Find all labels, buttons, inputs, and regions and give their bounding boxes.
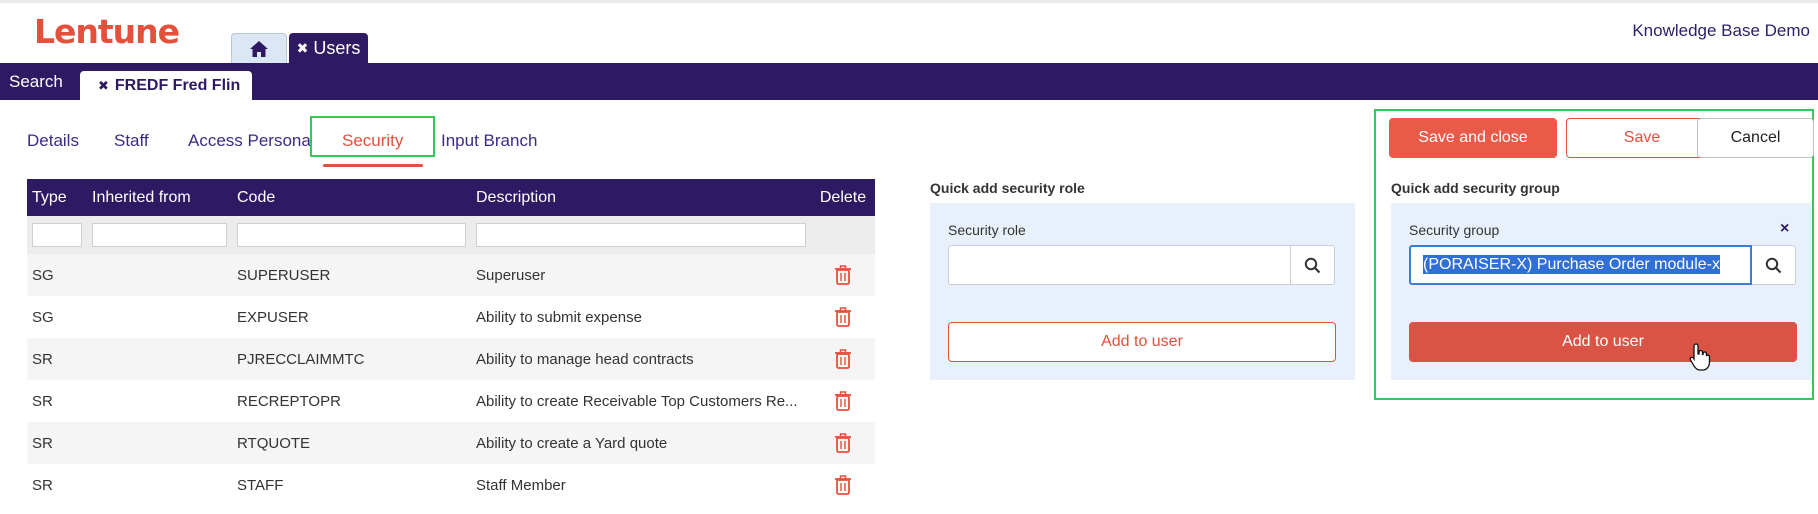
trash-icon[interactable] <box>834 265 852 285</box>
cell-inherited <box>87 422 232 464</box>
active-tab-indicator <box>323 164 423 167</box>
security-role-lookup-button[interactable] <box>1291 245 1335 285</box>
cancel-button[interactable]: Cancel <box>1697 118 1814 158</box>
save-and-close-button[interactable]: Save and close <box>1389 118 1557 158</box>
cell-description: Ability to manage head contracts <box>471 338 811 380</box>
cell-type: SR <box>27 422 87 464</box>
code-filter-input[interactable] <box>237 223 466 247</box>
close-icon[interactable]: ✖ <box>297 40 309 57</box>
cell-code: RECREPTOPR <box>237 392 341 410</box>
security-group-input[interactable]: (PORAISER-X) Purchase Order module-x <box>1409 245 1752 285</box>
delete-cell[interactable] <box>811 254 875 296</box>
top-border <box>0 0 1818 3</box>
cell-code: STAFF <box>237 476 284 494</box>
cell-description: Ability to submit expense <box>476 308 642 326</box>
table-row[interactable]: SR RTQUOTE Ability to create a Yard quote <box>27 422 875 464</box>
security-group-label: Security group <box>1409 222 1500 238</box>
navigation-bar: Search ✖ FREDF Fred Flin <box>0 63 1818 100</box>
users-tab-label: Users <box>313 37 361 58</box>
cell-code: SUPERUSER <box>232 254 471 296</box>
trash-icon[interactable] <box>834 391 852 411</box>
tab-staff[interactable]: Staff <box>114 131 149 151</box>
inherited-filter-input[interactable] <box>92 223 227 247</box>
tab-input-branch[interactable]: Input Branch <box>441 131 537 151</box>
column-header-delete: Delete <box>811 179 875 216</box>
home-icon <box>250 40 268 57</box>
description-filter-input[interactable] <box>476 223 806 247</box>
column-header-inherited[interactable]: Inherited from <box>87 179 232 216</box>
security-group-value: (PORAISER-X) Purchase Order module-x <box>1423 255 1720 274</box>
cell-type: SR <box>27 338 87 380</box>
delete-cell[interactable] <box>811 296 875 338</box>
security-group-lookup-button[interactable] <box>1752 245 1796 285</box>
save-button[interactable]: Save <box>1566 118 1718 158</box>
cell-inherited <box>87 254 232 296</box>
quick-add-role-title: Quick add security role <box>930 180 1085 196</box>
filter-row <box>27 216 875 254</box>
tab-access-persona[interactable]: Access Persona <box>188 131 311 151</box>
security-role-input[interactable] <box>948 245 1291 285</box>
table-row[interactable]: SR STAFF Staff Member <box>27 464 875 506</box>
close-icon[interactable]: ✖ <box>98 78 109 94</box>
cell-type: SG <box>27 254 87 296</box>
table-row[interactable]: SR PJRECCLAIMMTC Ability to manage head co… <box>27 338 875 380</box>
tab-details[interactable]: Details <box>27 131 79 151</box>
type-filter-input[interactable] <box>32 223 82 247</box>
cell-description: Ability to create a Yard quote <box>471 422 811 464</box>
users-tab[interactable]: ✖ Users <box>289 33 368 63</box>
cell-type: SR <box>32 392 53 410</box>
cell-inherited <box>87 338 232 380</box>
cell-description: Staff Member <box>476 476 566 494</box>
column-header-description[interactable]: Description <box>471 179 811 216</box>
cell-description: Superuser <box>471 254 811 296</box>
trash-icon[interactable] <box>834 307 852 327</box>
search-icon <box>1765 257 1782 273</box>
security-role-label: Security role <box>948 222 1026 238</box>
cell-inherited <box>87 464 232 506</box>
cell-code: RTQUOTE <box>232 422 471 464</box>
table-row[interactable]: SG SUPERUSER Superuser <box>27 254 875 296</box>
table-row[interactable]: SG EXPUSER Ability to submit expense <box>27 296 875 338</box>
cell-description: Ability to create Receivable Top Custome… <box>476 392 798 410</box>
add-group-button[interactable]: Add to user <box>1409 322 1797 362</box>
security-table: Type Inherited from Code Description Del… <box>27 179 875 506</box>
delete-cell[interactable] <box>811 422 875 464</box>
organization-name: Knowledge Base Demo <box>1632 21 1810 40</box>
column-header-code[interactable]: Code <box>232 179 471 216</box>
quick-add-group-title: Quick add security group <box>1391 180 1560 196</box>
record-tab-label: FREDF Fred Flin <box>114 76 241 94</box>
lentune-logo: Lentune <box>34 12 180 51</box>
hand-cursor-icon <box>1689 343 1711 371</box>
search-icon <box>1304 257 1321 273</box>
delete-cell[interactable] <box>811 338 875 380</box>
cell-inherited <box>87 380 232 422</box>
trash-icon[interactable] <box>834 349 852 369</box>
column-header-type[interactable]: Type <box>27 179 87 216</box>
cell-code: EXPUSER <box>237 308 309 326</box>
delete-cell[interactable] <box>811 464 875 506</box>
cell-code: PJRECCLAIMMTC <box>232 338 471 380</box>
trash-icon[interactable] <box>834 433 852 453</box>
trash-icon[interactable] <box>834 475 852 495</box>
cell-type: SG <box>32 308 54 326</box>
add-role-button[interactable]: Add to user <box>948 322 1336 362</box>
home-tab[interactable] <box>231 33 287 63</box>
record-tab[interactable]: ✖ FREDF Fred Flin <box>80 71 252 100</box>
table-row[interactable]: SR RECREPTOPR Ability to create Receivable… <box>27 380 875 422</box>
cell-inherited <box>87 296 232 338</box>
delete-cell[interactable] <box>811 380 875 422</box>
clear-icon[interactable]: × <box>1780 220 1789 238</box>
search-tab[interactable]: Search <box>9 63 63 100</box>
highlight-box-security-tab <box>310 116 435 157</box>
cell-type: SR <box>32 476 53 494</box>
